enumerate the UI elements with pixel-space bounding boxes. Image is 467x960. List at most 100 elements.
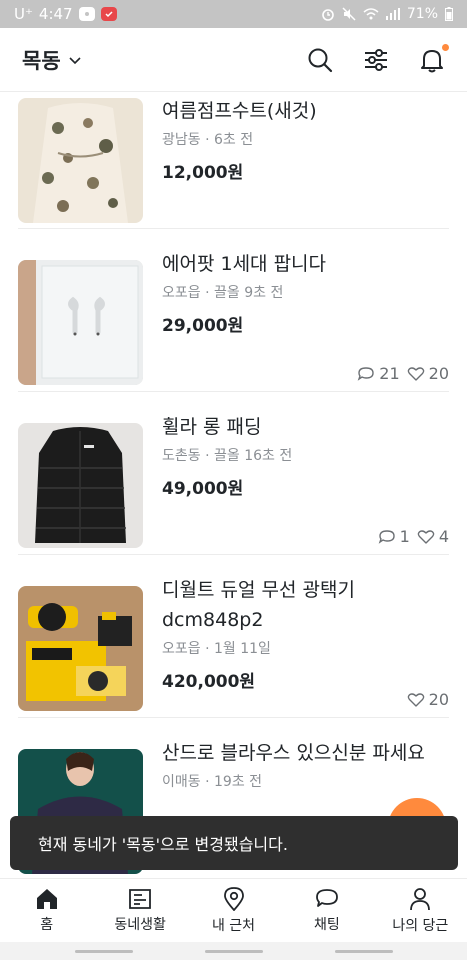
system-recent-button[interactable] [74,949,133,953]
chevron-down-icon [69,57,81,65]
bell-icon [421,49,443,72]
nav-nearby-label: 내 근처 [211,917,256,934]
chat-count: 1 [378,527,410,546]
nav-my-carrot[interactable]: 나의 당근 [374,879,467,942]
item-time: 끌올 16초 전 [214,448,293,464]
item-title-line2: dcm848p2 [162,609,264,631]
like-count: 20 [407,364,449,383]
system-navigation-bar [0,942,467,960]
bottom-navigation: 홈 동네생활 내 근처 채팅 나의 당근 [0,878,467,942]
nav-chat[interactable]: 채팅 [280,879,373,942]
meta-separator: · [205,774,210,790]
app-notification-icon [100,7,117,21]
mute-icon [342,7,356,21]
item-time: 1월 11일 [214,641,271,657]
location-selector[interactable]: 목동 [22,45,81,75]
notification-dot [442,43,449,51]
product-thumbnail [18,586,143,711]
meta-separator: · [205,285,210,301]
product-thumbnail [18,423,143,548]
item-price: 12,000원 [162,163,244,183]
item-location: 이매동 [162,774,201,790]
item-meta: 도촌동 · 끌올 16초 전 [162,445,449,465]
notifications-button[interactable] [419,43,449,73]
nav-community[interactable]: 동네생활 [93,879,186,942]
heart-icon [417,529,435,544]
product-thumbnail [18,260,143,385]
message-notification-icon [78,7,95,21]
like-count: 4 [417,527,449,546]
chat-bubble-icon [357,366,374,381]
carrier-label: U⁺ [14,5,33,23]
item-time: 6초 전 [214,132,254,148]
meta-separator: · [205,448,210,464]
item-title: 산드로 블라우스 있으신분 파세요 [162,742,425,764]
item-meta: 이매동 · 19초 전 [162,771,449,791]
heart-icon [407,366,424,381]
item-time: 19초 전 [214,774,263,790]
filter-button[interactable] [363,47,389,73]
heart-icon [407,692,424,707]
system-home-button[interactable] [204,949,263,953]
like-count-value: 20 [428,690,449,709]
item-counts: 20 [407,690,449,709]
nav-nearby[interactable]: 내 근처 [187,879,280,942]
like-count-value: 20 [428,364,449,383]
item-title: 여름점프수트(새것) [162,100,317,122]
item-location: 광남동 [162,132,201,148]
chat-count-value: 21 [379,364,400,383]
like-count: 20 [407,690,449,709]
toast-message: 현재 동네가 '목동'으로 변경됐습니다. [10,816,458,870]
nav-community-label: 동네생활 [114,916,166,933]
status-bar: U⁺ 4:47 71% [0,0,467,28]
battery-level: 71% [406,6,438,22]
person-icon [410,887,431,910]
battery-icon [445,7,453,21]
list-item[interactable]: 휠라 롱 패딩 도촌동 · 끌올 16초 전 49,000원 1 4 [18,392,449,555]
chat-bubble-icon [378,529,395,544]
nav-my-carrot-label: 나의 당근 [392,917,449,934]
item-counts: 21 20 [357,364,449,383]
nav-home-label: 홈 [40,916,54,933]
filter-sliders-icon [365,48,387,71]
system-back-button[interactable] [334,949,393,953]
product-feed[interactable]: 여름점프수트(새것) 광남동 · 6초 전 12,000원 에어팟 1세대 팝니… [0,92,467,878]
search-button[interactable] [307,47,333,73]
list-item[interactable]: 디월트 듀얼 무선 광택기 dcm848p2 오포읍 · 1월 11일 420,… [18,555,449,718]
item-price: 49,000원 [162,479,244,499]
like-count-value: 4 [438,527,449,546]
meta-separator: · [205,132,210,148]
item-title: 에어팟 1세대 팝니다 [162,253,327,275]
item-location: 오포읍 [162,641,201,657]
meta-separator: · [205,641,210,657]
list-item[interactable]: 에어팟 1세대 팝니다 오포읍 · 끌올 9초 전 29,000원 21 20 [18,229,449,392]
search-icon [308,48,333,72]
home-icon [36,888,57,909]
item-location: 오포읍 [162,285,201,301]
location-label: 목동 [22,48,61,73]
item-title: 디월트 듀얼 무선 광택기 [162,579,355,601]
item-meta: 오포읍 · 끌올 9초 전 [162,282,449,302]
list-item[interactable]: 여름점프수트(새것) 광남동 · 6초 전 12,000원 [18,92,449,229]
app-header: 목동 [0,28,467,92]
location-pin-icon [223,886,244,911]
clock: 4:47 [38,5,73,23]
item-counts: 1 4 [378,527,449,546]
chat-icon [316,888,338,907]
chat-count-value: 1 [399,527,410,546]
nav-chat-label: 채팅 [314,916,340,933]
item-title: 휠라 롱 패딩 [162,416,262,438]
community-icon [129,888,152,909]
nav-home[interactable]: 홈 [0,879,93,942]
wifi-icon [363,8,379,20]
alarm-icon [322,9,334,21]
item-price: 29,000원 [162,316,244,336]
signal-icon [385,8,400,20]
chat-count: 21 [357,364,400,383]
item-location: 도촌동 [162,448,201,464]
item-time: 끌올 9초 전 [214,285,284,301]
item-price: 420,000원 [162,672,256,692]
product-thumbnail [18,98,143,223]
item-meta: 오포읍 · 1월 11일 [162,638,449,658]
item-meta: 광남동 · 6초 전 [162,129,449,149]
